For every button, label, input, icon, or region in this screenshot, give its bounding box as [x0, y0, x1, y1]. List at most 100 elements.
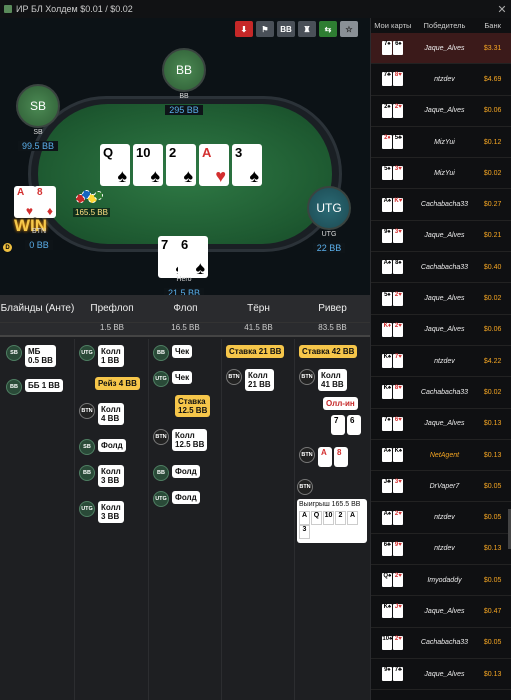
seat-stack: 22 BB — [312, 243, 346, 253]
hand-row[interactable]: 9♠ 3♥ Jaque_Alves $0.21 — [371, 221, 511, 253]
hand-row[interactable]: A♠ K♠ NetAgent $0.13 — [371, 440, 511, 472]
col-bank[interactable]: Банк — [474, 21, 511, 30]
list-header: Мои карты Победитель Банк — [371, 18, 511, 33]
mini-card: A — [299, 511, 310, 525]
mini-card: 2♦ — [382, 135, 393, 150]
hand-cards: 7♠ 6♠ — [371, 41, 415, 56]
pot-size: $3.31 — [483, 44, 502, 52]
hand-row[interactable]: 10♠ 2♥ Cachabacha33 $0.05 — [371, 628, 511, 659]
winner-name: Cachabacha33 — [420, 201, 469, 209]
mini-card: K♠ — [382, 385, 393, 400]
hand-row[interactable]: K♠ 7♥ ntzdev $4.22 — [371, 346, 511, 378]
hand-row[interactable]: A♠ K♥ Cachabacha33 $0.27 — [371, 189, 511, 221]
winnings-box: Выигрыш 165.5 BB A Q 10 2 A3 — [297, 499, 367, 543]
raise-bubble: Рейз 4 BB — [95, 377, 140, 390]
winner-name: Jaque_Alves — [424, 670, 465, 678]
hand-cards: 6♣ 9♥ — [371, 541, 415, 556]
action-bubble: Колл 4 BB — [98, 403, 124, 425]
seat-utg[interactable]: UTG UTG 22 BB — [304, 186, 354, 256]
action-item: BTN Колл 4 BB — [79, 403, 124, 425]
board-card-1: Q ♠ — [100, 144, 130, 186]
hand-row[interactable]: Q♠ 2♥ Imyodaddy $0.05 — [371, 565, 511, 597]
download-icon[interactable]: ⬇ — [235, 21, 253, 37]
winner-name: Imyodaddy — [427, 576, 462, 584]
winner-name: MizYui — [434, 138, 455, 146]
hand-cards: 9♠ 3♥ — [371, 228, 415, 243]
hand-row[interactable]: K♠ J♥ Jaque_Alves $0.47 — [371, 596, 511, 628]
mini-card: Q — [311, 511, 322, 525]
action-history: Блайнды (Анте) Префлоп Флоп Тёрн Ривер 1… — [0, 295, 370, 700]
mini-card: A♠ — [382, 510, 393, 525]
mini-card: Q♠ — [382, 573, 393, 588]
mini-card: 2♥ — [393, 510, 404, 525]
action-bubble: Колл 3 BB — [98, 501, 124, 523]
hand-row[interactable]: A♠ 2♥ ntzdev $0.05 — [371, 502, 511, 534]
hand-row[interactable]: 7♠ 6♥ Jaque_Alves $0.13 — [371, 409, 511, 440]
pot-size: $0.40 — [483, 263, 502, 271]
mini-card: 6♣ — [382, 541, 393, 556]
hand-row[interactable]: 7♠ 6♠ Jaque_Alves $3.31 — [371, 33, 511, 65]
mini-card: 5♣ — [393, 135, 404, 150]
pot-size: $0.13 — [483, 451, 502, 459]
action-item: BB ББ 1 BB — [6, 379, 63, 395]
hand-cards: K♠ 7♥ — [371, 354, 415, 369]
hand-row[interactable]: K♠ 8♥ Cachabacha33 $0.02 — [371, 377, 511, 409]
hand-row[interactable]: 5♠ 3♥ MizYui $0.02 — [371, 158, 511, 190]
street-pot — [0, 323, 75, 335]
position-badge: BB — [79, 465, 95, 481]
pot-size: $0.02 — [483, 388, 502, 396]
hand-cards: Q♠ 2♥ — [371, 573, 415, 588]
hand-cards: J♣ 3♥ — [371, 479, 415, 494]
pot-size: $0.47 — [483, 607, 502, 615]
mini-card: 10 — [323, 511, 334, 525]
hand-row[interactable]: A♠ 8♠ Cachabacha33 $0.40 — [371, 252, 511, 284]
close-icon[interactable]: ✕ — [493, 3, 511, 16]
seat-name: Hero — [176, 276, 192, 283]
seat-btn[interactable]: BTN 0 BB — [20, 227, 58, 253]
action-bubble: Чек — [172, 371, 193, 384]
hand-row[interactable]: 9♠ 7♣ Jaque_Alves $0.13 — [371, 659, 511, 691]
hand-row[interactable]: 5♠ 2♥ Jaque_Alves $0.02 — [371, 283, 511, 315]
mini-card: 6♥ — [393, 416, 404, 431]
preflop-column: UTG Колл 1 BB Рейз 4 BB BTN Колл 4 BB SB… — [75, 339, 149, 700]
position-badge: BTN — [297, 479, 313, 495]
position-badge: UTG — [153, 491, 169, 507]
hand-row[interactable]: 2♦ 5♣ MizYui $0.12 — [371, 127, 511, 159]
seat-bb[interactable]: BB BB 295 BB — [158, 48, 210, 118]
winner-name: Jaque_Alves — [424, 295, 465, 303]
action-item: Рейз 4 BB — [95, 377, 140, 390]
hand-row[interactable]: ntzdev — [371, 690, 511, 700]
share-icon[interactable]: ⇆ — [319, 21, 337, 37]
board-card-3: 2 ♠ — [166, 144, 196, 186]
hand-cards: A♠ K♠ — [371, 448, 415, 462]
hand-row[interactable]: 6♣ 9♥ ntzdev $0.13 — [371, 534, 511, 566]
hand-row[interactable]: 7♣ 8♥ ntzdev $4.69 — [371, 64, 511, 96]
shown-card: 7 — [331, 415, 345, 435]
mini-card: 2♥ — [393, 291, 404, 306]
mini-card: J♣ — [382, 479, 393, 494]
action-item: BB Колл 3 BB — [79, 465, 124, 487]
hand-row[interactable]: 2♠ 2♥ Jaque_Alves $0.06 — [371, 96, 511, 127]
col-winner[interactable]: Победитель — [415, 21, 475, 30]
winner-name: Cachabacha33 — [420, 388, 469, 396]
col-my-cards[interactable]: Мои карты — [371, 21, 415, 30]
seat-avatar: SB — [16, 84, 60, 128]
star-icon[interactable]: ☆ — [340, 21, 358, 37]
hand-row[interactable]: K♦ 2♥ Jaque_Alves $0.06 — [371, 315, 511, 346]
hat-icon[interactable]: ♜ — [298, 21, 316, 37]
position-badge: BB — [153, 345, 169, 361]
action-item: Олл-ин — [323, 397, 358, 410]
board-card-4: A ♥ — [199, 144, 229, 186]
mini-card: 5♠ — [382, 291, 393, 306]
seat-sb[interactable]: SB SB 99.5 BB — [12, 84, 64, 154]
hand-row[interactable]: J♣ 3♥ DrVaper7 $0.05 — [371, 471, 511, 503]
action-bubble: Колл 41 BB — [318, 369, 347, 391]
hand-cards: 7♠ 6♥ — [371, 416, 415, 431]
pot-size: $0.05 — [483, 576, 502, 584]
flag-icon[interactable]: ⚑ — [256, 21, 274, 37]
street-pots: 1.5 BB 16.5 BB 41.5 BB 83.5 BB — [0, 323, 370, 337]
mini-card: 8♥ — [393, 385, 404, 400]
seat-stack: 295 BB — [165, 105, 203, 115]
hand-cards: 5♠ 2♥ — [371, 291, 415, 306]
bb-toggle-button[interactable]: BB — [277, 21, 295, 37]
